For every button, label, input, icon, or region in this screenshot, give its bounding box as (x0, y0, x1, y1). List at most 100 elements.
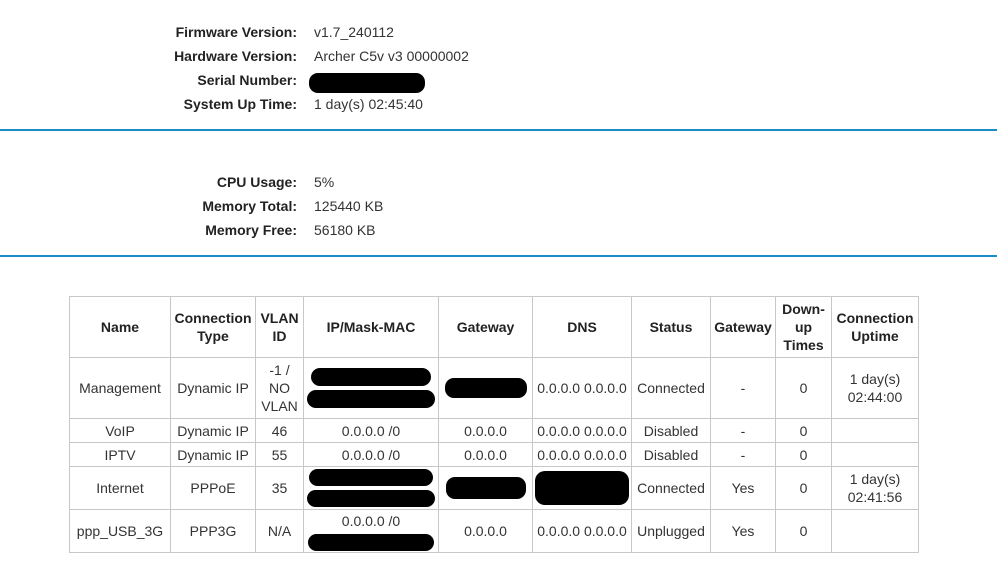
cell-vlan-id: 46 (255, 418, 304, 443)
redaction-block (445, 477, 526, 499)
cell-ip-mask-mac: 0.0.0.0 /0 (303, 418, 439, 443)
cell-status: Disabled (631, 442, 711, 467)
cell-status: Connected (631, 357, 711, 419)
cell-down-up-times: 0 (775, 418, 832, 443)
cell-vlan-id: -1 /NO VLAN (255, 357, 304, 419)
ip-mask-text: 0.0.0.0 /0 (341, 512, 401, 529)
cell-status: Connected (631, 466, 711, 510)
cell-gateway-default: Yes (710, 466, 776, 510)
cell-dns: 0.0.0.0 0.0.0.0 (532, 357, 632, 419)
cell-connection-type: Dynamic IP (170, 442, 256, 467)
cell-gateway: 0.0.0.0 (438, 442, 533, 467)
table-row: IPTV Dynamic IP 55 0.0.0.0 /0 0.0.0.0 0.… (69, 442, 919, 467)
cell-vlan-id: 35 (255, 466, 304, 510)
cell-down-up-times: 0 (775, 466, 832, 510)
cell-gateway-default: - (710, 442, 776, 467)
cell-ip-mask-mac: 0.0.0.0 /0 (303, 509, 439, 553)
cell-down-up-times: 0 (775, 442, 832, 467)
col-status: Status (631, 296, 711, 358)
cell-connection-type: PPPoE (170, 466, 256, 510)
hardware-row: Hardware Version: Archer C5v v3 00000002 (0, 44, 997, 68)
redaction-block (309, 73, 425, 94)
col-gateway-default: Gateway (710, 296, 776, 358)
cell-connection-uptime: 1 day(s) 02:44:00 (831, 357, 919, 419)
col-ip-mask-mac: IP/Mask-MAC (303, 296, 439, 358)
cell-name: Management (69, 357, 171, 419)
cell-gateway-default: - (710, 357, 776, 419)
cell-gateway-default: - (710, 418, 776, 443)
redaction-block (309, 469, 433, 486)
cell-name: Internet (69, 466, 171, 510)
cell-connection-type: PPP3G (170, 509, 256, 553)
mem-free-label: Memory Free: (205, 222, 297, 238)
redaction-block (308, 533, 434, 551)
table-row: Management Dynamic IP -1 /NO VLAN 0.0.0.0… (69, 357, 919, 419)
col-down-up-times: Down-up Times (775, 296, 832, 358)
mem-total-value: 125440 KB (314, 198, 384, 214)
firmware-row: Firmware Version: v1.7_240112 (0, 20, 997, 44)
hardware-value: Archer C5v v3 00000002 (314, 48, 469, 64)
section-divider (0, 255, 997, 257)
col-connection-uptime: Connection Uptime (831, 296, 919, 358)
firmware-label: Firmware Version: (175, 24, 297, 40)
cell-dns: 0.0.0.0 0.0.0.0 (532, 442, 632, 467)
mem-total-label: Memory Total: (202, 198, 297, 214)
cell-connection-uptime (831, 509, 919, 553)
cell-connection-type: Dynamic IP (170, 418, 256, 443)
serial-value (309, 70, 425, 94)
mem-free-value: 56180 KB (314, 222, 376, 238)
serial-label: Serial Number: (197, 72, 297, 88)
cell-vlan-id: 55 (255, 442, 304, 467)
col-name: Name (69, 296, 171, 358)
cell-gateway-default: Yes (710, 509, 776, 553)
cell-connection-uptime: 1 day(s) 02:41:56 (831, 466, 919, 510)
redaction-block (444, 378, 527, 399)
firmware-value: v1.7_240112 (314, 24, 394, 40)
cell-gateway (438, 466, 533, 510)
cell-down-up-times: 0 (775, 509, 832, 553)
cell-dns (532, 466, 632, 510)
mem-total-row: Memory Total: 125440 KB (0, 194, 997, 218)
cell-status: Unplugged (631, 509, 711, 553)
cell-gateway: 0.0.0.0 (438, 418, 533, 443)
cell-vlan-id: N/A (255, 509, 304, 553)
cell-gateway: 0.0.0.0 (438, 509, 533, 553)
col-vlan-id: VLAN ID (255, 296, 304, 358)
redaction-block (307, 490, 435, 507)
redaction-block (535, 471, 629, 505)
cell-connection-type: Dynamic IP (170, 357, 256, 419)
cell-name: VoIP (69, 418, 171, 443)
uptime-row: System Up Time: 1 day(s) 02:45:40 (0, 92, 997, 116)
cpu-row: CPU Usage: 5% (0, 170, 997, 194)
cell-dns: 0.0.0.0 0.0.0.0 (532, 418, 632, 443)
wan-connections-table: Name Connection Type VLAN ID IP/Mask-MAC G… (69, 296, 919, 553)
serial-row: Serial Number: (0, 68, 997, 94)
col-dns: DNS (532, 296, 632, 358)
cell-ip-mask-mac (303, 357, 439, 419)
cpu-label: CPU Usage: (216, 174, 297, 190)
cell-down-up-times: 0 (775, 357, 832, 419)
section-divider (0, 129, 997, 131)
table-row: Internet PPPoE 35 Connected Yes 0 1 day(… (69, 466, 919, 510)
uptime-label: System Up Time: (183, 96, 297, 112)
col-connection-type: Connection Type (170, 296, 256, 358)
cpu-value: 5% (314, 174, 335, 190)
cell-ip-mask-mac (303, 466, 439, 510)
cell-name: ppp_USB_3G (69, 509, 171, 553)
cell-name: IPTV (69, 442, 171, 467)
table-row: VoIP Dynamic IP 46 0.0.0.0 /0 0.0.0.0 0.… (69, 418, 919, 443)
redaction-block (307, 390, 435, 408)
uptime-value: 1 day(s) 02:45:40 (314, 96, 423, 112)
cell-dns: 0.0.0.0 0.0.0.0 (532, 509, 632, 553)
resource-section: CPU Usage: 5% Memory Total: 125440 KB Me… (0, 170, 997, 242)
col-gateway: Gateway (438, 296, 533, 358)
mem-free-row: Memory Free: 56180 KB (0, 218, 997, 242)
cell-ip-mask-mac: 0.0.0.0 /0 (303, 442, 439, 467)
cell-connection-uptime (831, 418, 919, 443)
cell-gateway (438, 357, 533, 419)
cell-status: Disabled (631, 418, 711, 443)
table-row: ppp_USB_3G PPP3G N/A 0.0.0.0 /0 0.0.0.0 … (69, 509, 919, 553)
redaction-block (311, 368, 431, 386)
device-info-section: Firmware Version: v1.7_240112 Hardware V… (0, 20, 997, 116)
hardware-label: Hardware Version: (174, 48, 297, 64)
